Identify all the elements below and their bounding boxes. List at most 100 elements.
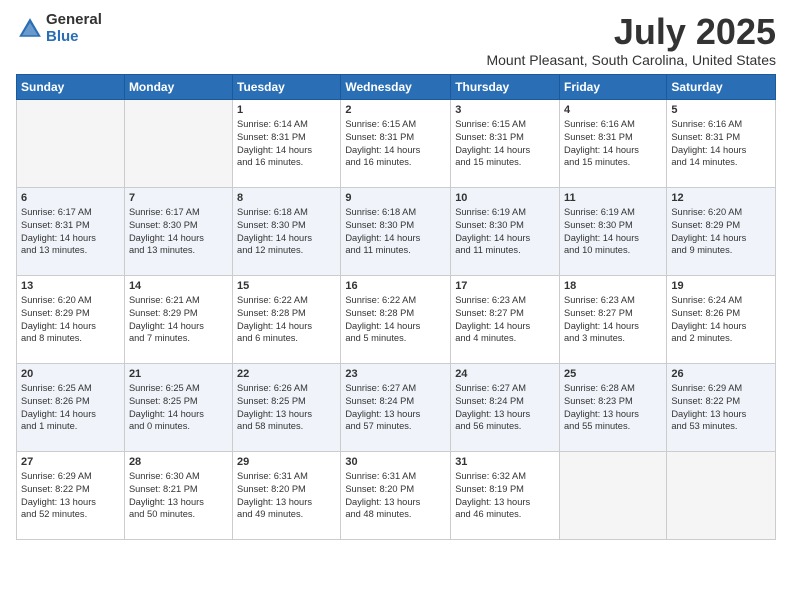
day-info: Sunrise: 6:30 AM Sunset: 8:21 PM Dayligh… (129, 470, 228, 520)
table-row: 4Sunrise: 6:16 AM Sunset: 8:31 PM Daylig… (560, 99, 667, 187)
day-number: 30 (345, 455, 446, 470)
day-number: 16 (345, 279, 446, 294)
day-number: 1 (237, 103, 336, 118)
day-number: 9 (345, 191, 446, 206)
day-info: Sunrise: 6:18 AM Sunset: 8:30 PM Dayligh… (345, 206, 446, 256)
table-row: 19Sunrise: 6:24 AM Sunset: 8:26 PM Dayli… (667, 275, 776, 363)
day-number: 13 (21, 279, 120, 294)
calendar-week-row: 20Sunrise: 6:25 AM Sunset: 8:26 PM Dayli… (17, 363, 776, 451)
day-number: 24 (455, 367, 555, 382)
calendar-week-row: 13Sunrise: 6:20 AM Sunset: 8:29 PM Dayli… (17, 275, 776, 363)
day-info: Sunrise: 6:14 AM Sunset: 8:31 PM Dayligh… (237, 118, 336, 168)
table-row (17, 99, 125, 187)
table-row: 1Sunrise: 6:14 AM Sunset: 8:31 PM Daylig… (233, 99, 341, 187)
day-info: Sunrise: 6:27 AM Sunset: 8:24 PM Dayligh… (455, 382, 555, 432)
table-row: 9Sunrise: 6:18 AM Sunset: 8:30 PM Daylig… (341, 187, 451, 275)
day-number: 14 (129, 279, 228, 294)
day-info: Sunrise: 6:31 AM Sunset: 8:20 PM Dayligh… (345, 470, 446, 520)
table-row: 21Sunrise: 6:25 AM Sunset: 8:25 PM Dayli… (124, 363, 232, 451)
table-row: 29Sunrise: 6:31 AM Sunset: 8:20 PM Dayli… (233, 451, 341, 539)
table-row: 24Sunrise: 6:27 AM Sunset: 8:24 PM Dayli… (451, 363, 560, 451)
day-number: 10 (455, 191, 555, 206)
table-row: 27Sunrise: 6:29 AM Sunset: 8:22 PM Dayli… (17, 451, 125, 539)
table-row: 8Sunrise: 6:18 AM Sunset: 8:30 PM Daylig… (233, 187, 341, 275)
day-number: 26 (671, 367, 771, 382)
day-number: 20 (21, 367, 120, 382)
day-info: Sunrise: 6:29 AM Sunset: 8:22 PM Dayligh… (671, 382, 771, 432)
day-number: 31 (455, 455, 555, 470)
day-info: Sunrise: 6:15 AM Sunset: 8:31 PM Dayligh… (345, 118, 446, 168)
calendar-week-row: 27Sunrise: 6:29 AM Sunset: 8:22 PM Dayli… (17, 451, 776, 539)
table-row: 12Sunrise: 6:20 AM Sunset: 8:29 PM Dayli… (667, 187, 776, 275)
col-friday: Friday (560, 74, 667, 99)
table-row (667, 451, 776, 539)
logo-general: General (46, 12, 102, 29)
logo-blue: Blue (46, 29, 102, 46)
day-info: Sunrise: 6:15 AM Sunset: 8:31 PM Dayligh… (455, 118, 555, 168)
table-row: 14Sunrise: 6:21 AM Sunset: 8:29 PM Dayli… (124, 275, 232, 363)
day-info: Sunrise: 6:29 AM Sunset: 8:22 PM Dayligh… (21, 470, 120, 520)
day-info: Sunrise: 6:23 AM Sunset: 8:27 PM Dayligh… (455, 294, 555, 344)
table-row: 11Sunrise: 6:19 AM Sunset: 8:30 PM Dayli… (560, 187, 667, 275)
day-info: Sunrise: 6:20 AM Sunset: 8:29 PM Dayligh… (21, 294, 120, 344)
col-thursday: Thursday (451, 74, 560, 99)
day-info: Sunrise: 6:20 AM Sunset: 8:29 PM Dayligh… (671, 206, 771, 256)
table-row: 26Sunrise: 6:29 AM Sunset: 8:22 PM Dayli… (667, 363, 776, 451)
day-info: Sunrise: 6:26 AM Sunset: 8:25 PM Dayligh… (237, 382, 336, 432)
day-info: Sunrise: 6:25 AM Sunset: 8:26 PM Dayligh… (21, 382, 120, 432)
day-info: Sunrise: 6:27 AM Sunset: 8:24 PM Dayligh… (345, 382, 446, 432)
day-number: 4 (564, 103, 662, 118)
day-number: 12 (671, 191, 771, 206)
table-row: 7Sunrise: 6:17 AM Sunset: 8:30 PM Daylig… (124, 187, 232, 275)
calendar-week-row: 6Sunrise: 6:17 AM Sunset: 8:31 PM Daylig… (17, 187, 776, 275)
day-info: Sunrise: 6:18 AM Sunset: 8:30 PM Dayligh… (237, 206, 336, 256)
day-info: Sunrise: 6:21 AM Sunset: 8:29 PM Dayligh… (129, 294, 228, 344)
header: General Blue July 2025 Mount Pleasant, S… (16, 12, 776, 68)
table-row (560, 451, 667, 539)
logo-icon (16, 15, 44, 43)
table-row: 16Sunrise: 6:22 AM Sunset: 8:28 PM Dayli… (341, 275, 451, 363)
table-row (124, 99, 232, 187)
day-number: 21 (129, 367, 228, 382)
table-row: 28Sunrise: 6:30 AM Sunset: 8:21 PM Dayli… (124, 451, 232, 539)
table-row: 10Sunrise: 6:19 AM Sunset: 8:30 PM Dayli… (451, 187, 560, 275)
day-number: 3 (455, 103, 555, 118)
table-row: 18Sunrise: 6:23 AM Sunset: 8:27 PM Dayli… (560, 275, 667, 363)
day-number: 28 (129, 455, 228, 470)
month-title: July 2025 (486, 12, 776, 52)
day-number: 29 (237, 455, 336, 470)
table-row: 20Sunrise: 6:25 AM Sunset: 8:26 PM Dayli… (17, 363, 125, 451)
calendar-week-row: 1Sunrise: 6:14 AM Sunset: 8:31 PM Daylig… (17, 99, 776, 187)
day-number: 22 (237, 367, 336, 382)
col-monday: Monday (124, 74, 232, 99)
table-row: 3Sunrise: 6:15 AM Sunset: 8:31 PM Daylig… (451, 99, 560, 187)
table-row: 31Sunrise: 6:32 AM Sunset: 8:19 PM Dayli… (451, 451, 560, 539)
day-number: 15 (237, 279, 336, 294)
day-info: Sunrise: 6:19 AM Sunset: 8:30 PM Dayligh… (564, 206, 662, 256)
day-info: Sunrise: 6:31 AM Sunset: 8:20 PM Dayligh… (237, 470, 336, 520)
day-number: 2 (345, 103, 446, 118)
logo-text: General Blue (46, 12, 102, 45)
table-row: 15Sunrise: 6:22 AM Sunset: 8:28 PM Dayli… (233, 275, 341, 363)
day-number: 25 (564, 367, 662, 382)
day-number: 7 (129, 191, 228, 206)
day-info: Sunrise: 6:28 AM Sunset: 8:23 PM Dayligh… (564, 382, 662, 432)
day-number: 6 (21, 191, 120, 206)
day-number: 11 (564, 191, 662, 206)
table-row: 23Sunrise: 6:27 AM Sunset: 8:24 PM Dayli… (341, 363, 451, 451)
day-number: 18 (564, 279, 662, 294)
col-tuesday: Tuesday (233, 74, 341, 99)
day-info: Sunrise: 6:19 AM Sunset: 8:30 PM Dayligh… (455, 206, 555, 256)
day-info: Sunrise: 6:22 AM Sunset: 8:28 PM Dayligh… (345, 294, 446, 344)
table-row: 6Sunrise: 6:17 AM Sunset: 8:31 PM Daylig… (17, 187, 125, 275)
page: General Blue July 2025 Mount Pleasant, S… (0, 0, 792, 612)
day-info: Sunrise: 6:16 AM Sunset: 8:31 PM Dayligh… (671, 118, 771, 168)
day-info: Sunrise: 6:17 AM Sunset: 8:30 PM Dayligh… (129, 206, 228, 256)
table-row: 22Sunrise: 6:26 AM Sunset: 8:25 PM Dayli… (233, 363, 341, 451)
day-info: Sunrise: 6:32 AM Sunset: 8:19 PM Dayligh… (455, 470, 555, 520)
table-row: 25Sunrise: 6:28 AM Sunset: 8:23 PM Dayli… (560, 363, 667, 451)
calendar: Sunday Monday Tuesday Wednesday Thursday… (16, 74, 776, 540)
calendar-header-row: Sunday Monday Tuesday Wednesday Thursday… (17, 74, 776, 99)
table-row: 17Sunrise: 6:23 AM Sunset: 8:27 PM Dayli… (451, 275, 560, 363)
day-number: 27 (21, 455, 120, 470)
